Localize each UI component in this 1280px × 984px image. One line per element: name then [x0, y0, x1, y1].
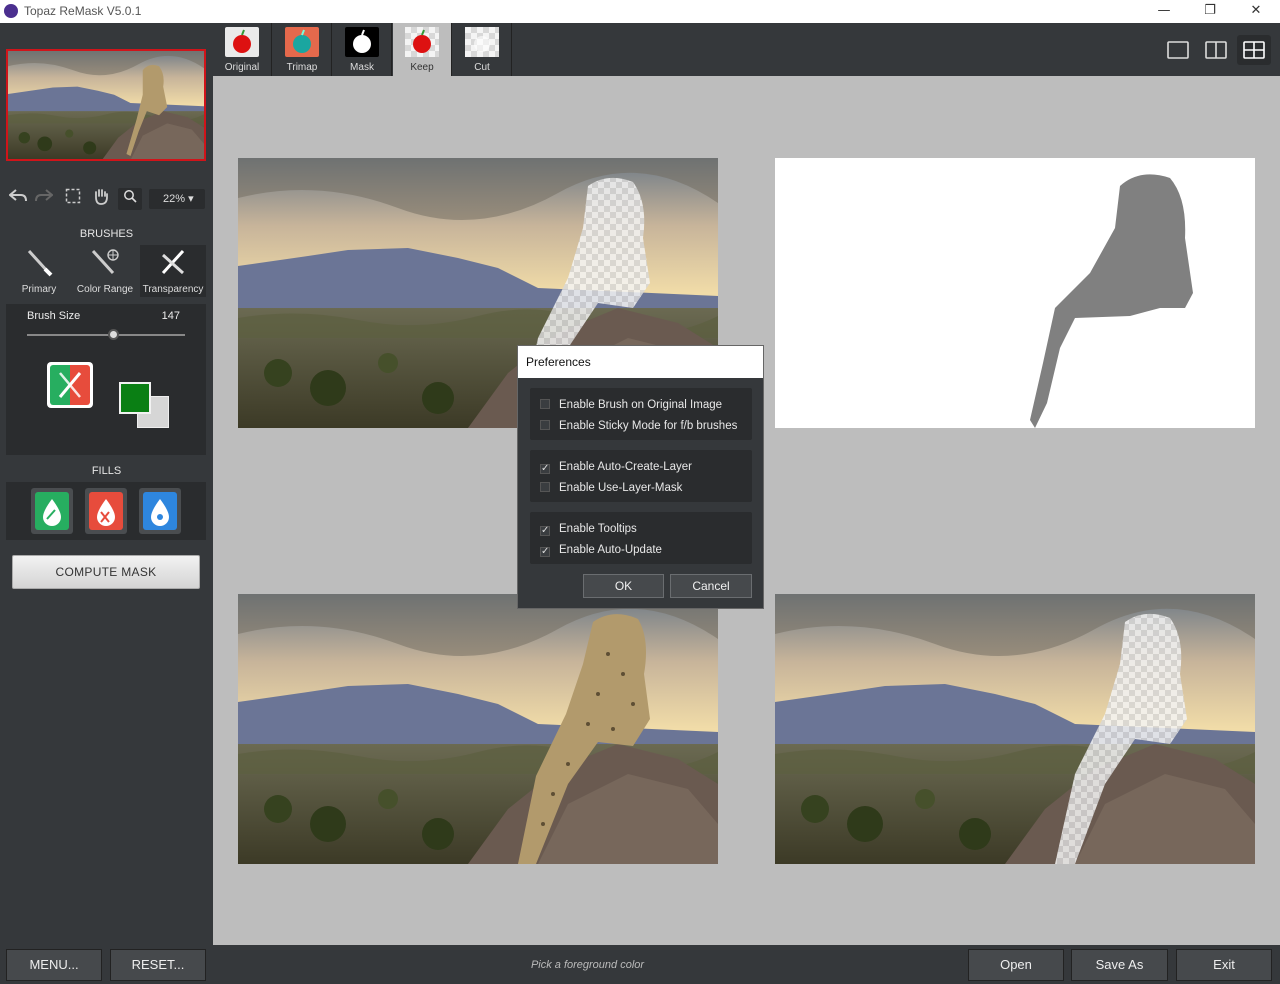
- checkbox-auto-update[interactable]: ✓: [540, 547, 550, 557]
- tab-mask[interactable]: Mask: [333, 23, 392, 76]
- fill-keep-button[interactable]: [31, 488, 73, 534]
- single-view-icon[interactable]: [1161, 35, 1195, 65]
- app-logo-icon: [4, 4, 18, 18]
- tab-original-label: Original: [224, 62, 260, 73]
- zoom-select[interactable]: 22% ▾: [149, 189, 205, 209]
- apple-red-icon: [225, 27, 259, 57]
- checkbox-use-layer-mask[interactable]: [540, 482, 550, 492]
- option-sticky-mode[interactable]: Enable Sticky Mode for f/b brushes: [540, 420, 737, 432]
- status-message: Pick a foreground color: [530, 959, 645, 971]
- split-view-icon[interactable]: [1199, 35, 1233, 65]
- mask-preview-image[interactable]: [775, 158, 1255, 428]
- undo-icon[interactable]: [8, 188, 28, 210]
- checkbox-brush-on-original[interactable]: [540, 399, 550, 409]
- tab-trimap[interactable]: Trimap: [273, 23, 332, 76]
- apple-trimap-icon: [285, 27, 319, 57]
- restore-button[interactable]: ❐: [1187, 0, 1233, 23]
- brushes-heading: BRUSHES: [79, 228, 134, 240]
- compute-mask-button[interactable]: COMPUTE MASK: [12, 555, 200, 589]
- fill-keep-icon: [35, 492, 69, 530]
- foreground-background-brush-button[interactable]: [47, 362, 93, 408]
- brush-settings-panel: Brush Size 147: [6, 304, 206, 455]
- view-toolbar: 22% ▾: [6, 188, 206, 212]
- option-sticky-mode-label: Enable Sticky Mode for f/b brushes: [559, 420, 738, 432]
- fills-panel: [6, 482, 206, 540]
- checkbox-auto-create-layer[interactable]: ✓: [540, 464, 550, 474]
- color-range-brush-icon: [91, 249, 119, 275]
- brush-transparency[interactable]: Transparency: [140, 245, 206, 297]
- navigator-thumbnail[interactable]: [6, 49, 206, 161]
- transparency-brush-icon: [161, 249, 185, 275]
- brush-size-slider[interactable]: [27, 334, 185, 336]
- brush-list: Primary Color Range Transparency: [6, 245, 206, 297]
- option-tooltips[interactable]: ✓ Enable Tooltips: [540, 523, 637, 536]
- apple-mask-icon: [345, 27, 379, 57]
- brush-size-slider-knob[interactable]: [107, 329, 119, 340]
- brush-primary-label: Primary: [21, 284, 57, 295]
- fill-compute-button[interactable]: [139, 488, 181, 534]
- option-brush-on-original[interactable]: Enable Brush on Original Image: [540, 399, 722, 411]
- brush-color-range[interactable]: Color Range: [72, 245, 138, 297]
- bottom-bar: MENU... RESET... Pick a foreground color…: [0, 945, 1280, 984]
- option-tooltips-label: Enable Tooltips: [559, 523, 637, 535]
- cancel-button[interactable]: Cancel: [670, 574, 752, 598]
- preferences-group-layer: ✓ Enable Auto-Create-Layer Enable Use-Lay…: [530, 450, 752, 502]
- close-button[interactable]: ✕: [1233, 0, 1279, 23]
- tab-keep[interactable]: Keep: [393, 23, 452, 76]
- menu-button[interactable]: MENU...: [6, 949, 102, 981]
- zoom-icon[interactable]: [118, 188, 142, 210]
- reset-button[interactable]: RESET...: [110, 949, 206, 981]
- tab-cut[interactable]: Cut: [453, 23, 512, 76]
- apple-cut-icon: [465, 27, 499, 57]
- brush-size-value: 147: [161, 310, 180, 322]
- title-bar: Topaz ReMask V5.0.1 — ❐ ✕: [0, 0, 1280, 23]
- apple-keep-icon: [405, 27, 439, 57]
- fill-cut-icon: [89, 492, 123, 530]
- original-preview-image[interactable]: [238, 594, 718, 864]
- option-use-layer-mask[interactable]: Enable Use-Layer-Mask: [540, 482, 682, 494]
- marquee-select-icon[interactable]: [62, 188, 84, 210]
- cut-preview-image[interactable]: [775, 594, 1255, 864]
- option-auto-update-label: Enable Auto-Update: [559, 544, 662, 556]
- hand-pan-icon[interactable]: [90, 188, 112, 210]
- preferences-group-brush: Enable Brush on Original Image Enable St…: [530, 388, 752, 440]
- tab-mask-label: Mask: [350, 62, 374, 73]
- fill-cut-button[interactable]: [85, 488, 127, 534]
- fb-brush-icon: [58, 372, 82, 398]
- quad-view-icon[interactable]: [1237, 35, 1271, 65]
- ok-button[interactable]: OK: [583, 574, 664, 598]
- option-use-layer-mask-label: Enable Use-Layer-Mask: [559, 482, 683, 494]
- preferences-title: Preferences: [518, 346, 763, 378]
- open-button[interactable]: Open: [968, 949, 1064, 981]
- redo-icon[interactable]: [34, 188, 54, 210]
- fill-compute-icon: [143, 492, 177, 530]
- brush-size-label: Brush Size: [27, 310, 81, 322]
- brush-primary[interactable]: Primary: [6, 245, 72, 297]
- foreground-color-swatch[interactable]: [119, 382, 151, 414]
- brush-color-range-label: Color Range: [76, 284, 134, 295]
- exit-button[interactable]: Exit: [1176, 949, 1272, 981]
- option-auto-update[interactable]: ✓ Enable Auto-Update: [540, 544, 662, 557]
- preferences-group-general: ✓ Enable Tooltips ✓ Enable Auto-Update: [530, 512, 752, 564]
- primary-brush-icon: [27, 249, 53, 277]
- option-brush-on-original-label: Enable Brush on Original Image: [559, 399, 723, 411]
- checkbox-tooltips[interactable]: ✓: [540, 526, 550, 536]
- tab-original[interactable]: Original: [213, 23, 272, 76]
- tab-keep-label: Keep: [410, 62, 434, 73]
- tab-cut-label: Cut: [474, 62, 490, 73]
- save-as-button[interactable]: Save As: [1071, 949, 1168, 981]
- brush-transparency-label: Transparency: [142, 284, 204, 295]
- view-tabs: Original Trimap Mask Keep Cut: [213, 23, 1280, 76]
- left-panel: 22% ▾ BRUSHES Primary Color Range Transp…: [0, 23, 213, 945]
- checkbox-sticky-mode[interactable]: [540, 420, 550, 430]
- fills-heading: FILLS: [91, 465, 122, 477]
- window-title: Topaz ReMask V5.0.1: [24, 4, 142, 18]
- tab-trimap-label: Trimap: [286, 62, 318, 73]
- option-auto-create-layer-label: Enable Auto-Create-Layer: [559, 461, 692, 473]
- option-auto-create-layer[interactable]: ✓ Enable Auto-Create-Layer: [540, 461, 692, 474]
- minimize-button[interactable]: —: [1141, 0, 1187, 23]
- preferences-dialog: Preferences Enable Brush on Original Ima…: [517, 345, 764, 609]
